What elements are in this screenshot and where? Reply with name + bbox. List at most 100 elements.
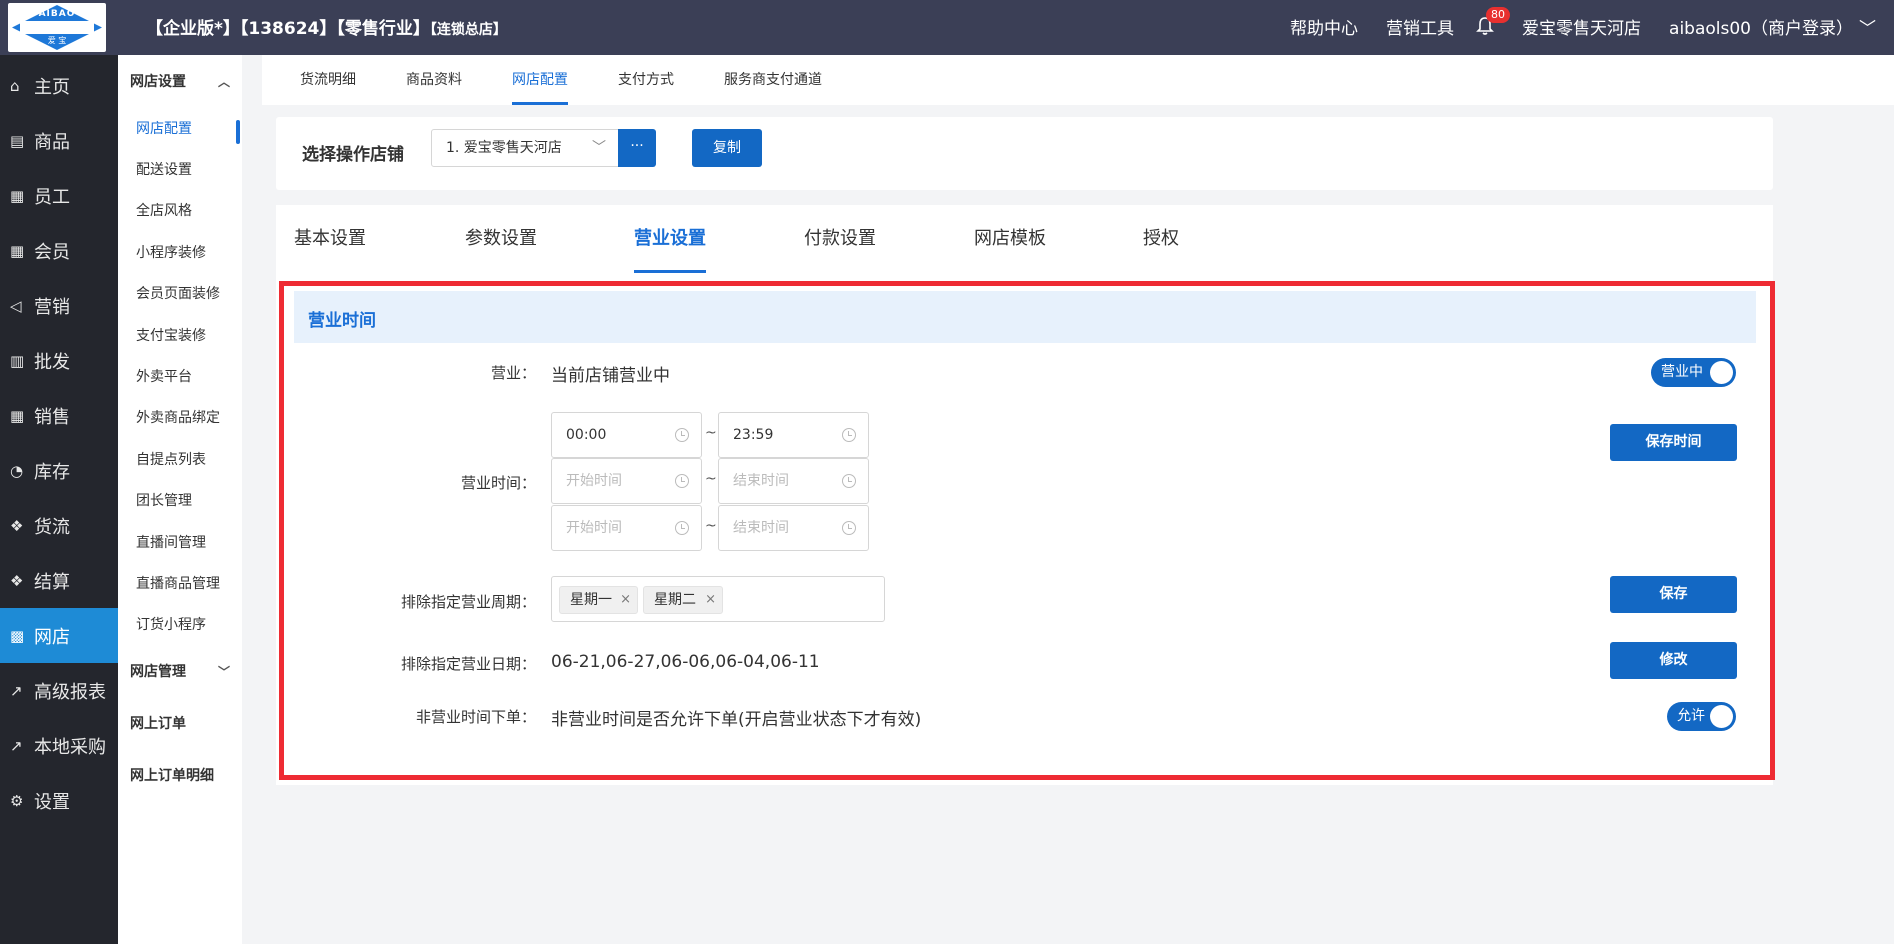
settings-tab-2[interactable]: 营业设置	[634, 205, 706, 275]
settings-tab-1[interactable]: 参数设置	[465, 205, 537, 275]
page-tab-2[interactable]: 网店配置	[512, 55, 568, 105]
subnav-item-11[interactable]: 直播商品管理	[118, 562, 242, 604]
home-icon: ⌂	[10, 76, 20, 95]
subnav-item-label: 外卖商品绑定	[136, 410, 220, 427]
subnav-item-8[interactable]: 自提点列表	[118, 438, 242, 480]
sidebar-item-10[interactable]: ▩ 网店	[0, 608, 118, 663]
subnav-item-10[interactable]: 直播间管理	[118, 520, 242, 563]
settings-tab-0[interactable]: 基本设置	[294, 205, 366, 275]
list-icon: ▥	[10, 351, 25, 370]
sidebar-item-8[interactable]: ❖ 货流	[0, 498, 118, 553]
sidebar-item-label: 营销	[34, 296, 70, 318]
settings-tabs: 基本设置 参数设置 营业设置 付款设置 网店模板 授权	[276, 205, 1773, 275]
sidebar-item-2[interactable]: ▦ 员工	[0, 168, 118, 223]
subnav-item-label: 直播商品管理	[136, 575, 220, 592]
sidebar-item-7[interactable]: ◔ 库存	[0, 443, 118, 498]
chevron-down-icon: ﹀	[1859, 19, 1876, 39]
member-icon: ▦	[10, 241, 25, 260]
page-tab-1[interactable]: 商品资料	[406, 55, 462, 105]
subnav-item-7[interactable]: 外卖商品绑定	[118, 396, 242, 439]
subnav-item-label: 网上订单明细	[130, 768, 214, 785]
pie-icon: ◔	[10, 461, 24, 480]
sidebar-item-6[interactable]: ▦ 销售	[0, 388, 118, 443]
account-title: 【企业版*】【138624】【零售行业】【连锁总店】	[146, 14, 507, 39]
aibao-logo[interactable]: AIBAO 爱 宝	[8, 3, 106, 52]
chevron-up-icon: ︿	[217, 75, 230, 89]
store-more-button[interactable]: ···	[618, 129, 656, 167]
marketing-tools-link[interactable]: 营销工具	[1386, 14, 1454, 39]
subnav-item-label: 网上订单	[130, 716, 186, 733]
sidebar-item-13[interactable]: ⚙ 设置	[0, 773, 118, 828]
sidebar-item-label: 库存	[34, 461, 70, 483]
page-tab-3[interactable]: 支付方式	[618, 55, 674, 105]
sidebar-item-label: 货流	[34, 516, 70, 538]
settings-tab-3[interactable]: 付款设置	[804, 205, 876, 275]
subnav-item-label: 网店配置	[136, 120, 192, 137]
subnav-group-shop-settings[interactable]: 网店设置 ︿	[118, 55, 242, 107]
subnav-item-label: 会员页面装修	[136, 286, 220, 303]
subnav-item-3[interactable]: 小程序装修	[118, 231, 242, 273]
subnav-item-online-orders[interactable]: 网上订单	[118, 697, 242, 749]
bell-icon[interactable]: 80	[1476, 6, 1511, 38]
sidebar-item-0[interactable]: ⌂ 主页	[0, 58, 118, 113]
subnav-item-label: 全店风格	[136, 203, 192, 220]
subnav-item-label: 订货小程序	[136, 617, 206, 634]
sidebar-item-12[interactable]: ↗ 本地采购	[0, 718, 118, 773]
current-store[interactable]: 爱宝零售天河店	[1522, 14, 1641, 39]
account-edition: 【企业版*】【138624】【零售行业】	[146, 19, 430, 39]
trend-icon: ↗	[10, 681, 23, 700]
chevron-down-icon: ﹀	[592, 140, 606, 156]
logo-text: AIBAO	[38, 9, 76, 19]
settings-tab-5[interactable]: 授权	[1143, 205, 1179, 275]
subnav-item-5[interactable]: 支付宝装修	[118, 313, 242, 356]
sidebar-item-label: 设置	[34, 791, 70, 813]
subnav-item-6[interactable]: 外卖平台	[118, 355, 242, 397]
subnav-item-online-order-details[interactable]: 网上订单明细	[118, 749, 242, 801]
user-menu[interactable]: aibaols00（商户登录） ﹀	[1669, 14, 1876, 39]
notification-badge: 80	[1486, 6, 1511, 23]
subnav-item-label: 自提点列表	[136, 451, 206, 468]
gear-icon: ⚙	[10, 791, 24, 810]
sidebar-item-label: 高级报表	[34, 681, 106, 703]
chevron-down-icon: ﹀	[217, 665, 230, 680]
sidebar-item-label: 网店	[34, 626, 70, 648]
cube-icon: ❖	[10, 516, 24, 535]
page-tab-4[interactable]: 服务商支付通道	[724, 55, 822, 105]
subnav-item-label: 小程序装修	[136, 244, 206, 261]
settle-icon: ❖	[10, 571, 24, 590]
subnav-item-0[interactable]: 网店配置	[118, 107, 242, 149]
store-selector-card: 选择操作店铺 1. 爱宝零售天河店 ﹀ ··· 复制	[276, 117, 1773, 190]
store-select[interactable]: 1. 爱宝零售天河店 ﹀	[431, 129, 619, 167]
sidebar-item-label: 销售	[34, 406, 70, 428]
help-center-link[interactable]: 帮助中心	[1290, 14, 1358, 39]
sidebar-item-11[interactable]: ↗ 高级报表	[0, 663, 118, 718]
subnav-item-label: 支付宝装修	[136, 327, 206, 344]
store-type: 【连锁总店】	[429, 22, 507, 38]
subnav-item-2[interactable]: 全店风格	[118, 189, 242, 232]
shop-icon: ▩	[10, 626, 25, 645]
sidebar-item-9[interactable]: ❖ 结算	[0, 553, 118, 608]
store-selector-label: 选择操作店铺	[302, 145, 404, 165]
subnav-item-4[interactable]: 会员页面装修	[118, 272, 242, 314]
subnav-group-shop-management[interactable]: 网店管理 ﹀	[118, 645, 242, 697]
subnav-item-1[interactable]: 配送设置	[118, 148, 242, 190]
store-select-value: 1. 爱宝零售天河店	[446, 140, 562, 156]
subnav-item-9[interactable]: 团长管理	[118, 479, 242, 521]
settings-tab-4[interactable]: 网店模板	[974, 205, 1046, 275]
chart-icon: ▦	[10, 406, 25, 425]
top-right-menu: 帮助中心 营销工具 80 爱宝零售天河店 aibaols00（商户登录） ﹀	[1262, 6, 1876, 39]
copy-button[interactable]: 复制	[692, 129, 762, 167]
logo-text-cn: 爱 宝	[47, 36, 67, 45]
sidebar-item-5[interactable]: ▥ 批发	[0, 333, 118, 388]
sidebar-item-label: 结算	[34, 571, 70, 593]
subnav-item-label: 配送设置	[136, 162, 192, 179]
page-tab-0[interactable]: 货流明细	[300, 55, 356, 105]
sidebar-item-1[interactable]: ▤ 商品	[0, 113, 118, 168]
subnav-item-12[interactable]: 订货小程序	[118, 603, 242, 646]
subnav-item-label: 直播间管理	[136, 534, 206, 551]
subnav-group-label: 网店管理	[130, 664, 186, 681]
sidebar-item-label: 员工	[34, 186, 70, 208]
sidebar-item-4[interactable]: ◁ 营销	[0, 278, 118, 333]
sidebar-item-3[interactable]: ▦ 会员	[0, 223, 118, 278]
box-icon: ▤	[10, 131, 25, 150]
